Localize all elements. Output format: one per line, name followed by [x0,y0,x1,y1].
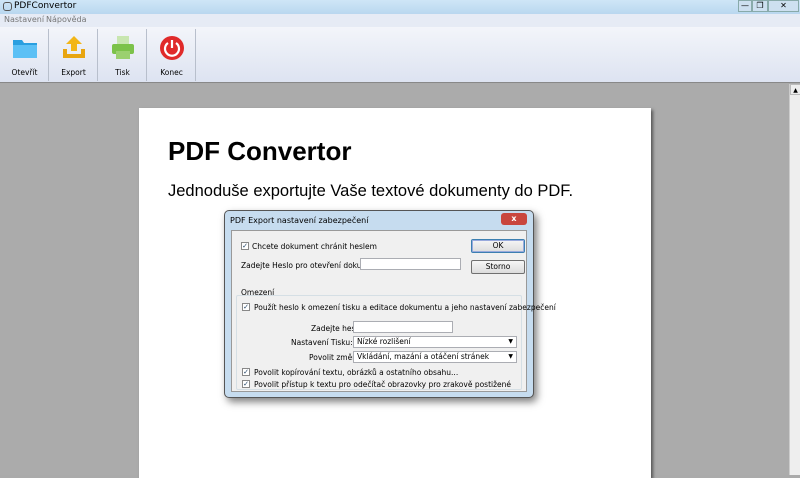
app-icon [3,2,12,11]
changes-select[interactable]: Vkládání, mazání a otáčení stránek ▼ [353,351,517,363]
cancel-button[interactable]: Storno [471,260,525,274]
close-button[interactable]: ✕ [768,0,799,12]
chevron-down-icon: ▼ [508,338,513,345]
folder-icon [13,40,37,58]
menu-napoveda[interactable]: Nápověda [46,15,87,24]
power-icon [160,36,184,60]
print-button[interactable]: Tisk [99,29,147,81]
export-button[interactable]: Export [50,29,98,81]
toolbar: Otevřít Export Tisk Konec [0,27,800,83]
print-label: Tisk [115,68,130,77]
menu-bar: Nastavení Nápověda [0,14,800,27]
minimize-button[interactable]: — [738,0,752,12]
export-icon [63,36,85,58]
chevron-down-icon: ▼ [508,353,513,360]
restrictions-group: ✓ Použít heslo k omezení tisku a editace… [236,295,556,390]
access-label: Povolit přístup k textu pro odečítač obr… [254,380,512,389]
quit-label: Konec [160,68,183,77]
vertical-scrollbar[interactable]: ▲ [789,84,800,475]
dialog-close-button[interactable]: x [501,213,527,225]
protect-label: Chcete dokument chránit heslem [252,242,377,251]
copy-checkbox[interactable]: ✓ [242,368,250,376]
changes-value: Vkládání, mazání a otáčení stránek [357,352,490,361]
menu-nastaveni[interactable]: Nastavení [4,15,44,24]
protect-checkbox[interactable]: ✓ [241,242,249,250]
open-password-input[interactable] [360,258,461,270]
window-title: PDFConvertor [14,1,77,11]
restrict-label: Použít heslo k omezení tisku a editace d… [254,303,556,312]
page-subtitle: Jednoduše exportujte Vaše textové dokume… [168,182,574,200]
scroll-up-button[interactable]: ▲ [790,84,800,95]
export-label: Export [61,68,86,77]
open-label: Otevřít [11,68,38,77]
title-bar: PDFConvertor — ❐ ✕ [0,0,800,14]
restore-button[interactable]: ❐ [752,0,768,12]
access-checkbox[interactable]: ✓ [242,380,250,388]
print-setting-select[interactable]: Nízké rozlišení ▼ [353,336,517,348]
restrict-checkbox[interactable]: ✓ [242,303,250,311]
page-title: PDF Convertor [168,136,352,166]
password-input[interactable] [353,321,453,333]
print-setting-value: Nízké rozlišení [357,337,411,346]
copy-label: Povolit kopírování textu, obrázků a osta… [254,368,459,377]
dialog-title: PDF Export nastavení zabezpečení [230,216,369,225]
print-setting-label: Nastavení Tisku: [291,338,353,347]
security-dialog: PDF Export nastavení zabezpečení x ✓ Chc… [224,210,556,398]
quit-button[interactable]: Konec [148,29,196,81]
open-button[interactable]: Otevřít [1,29,49,81]
printer-icon [112,36,134,59]
ok-button[interactable]: OK [471,239,525,253]
